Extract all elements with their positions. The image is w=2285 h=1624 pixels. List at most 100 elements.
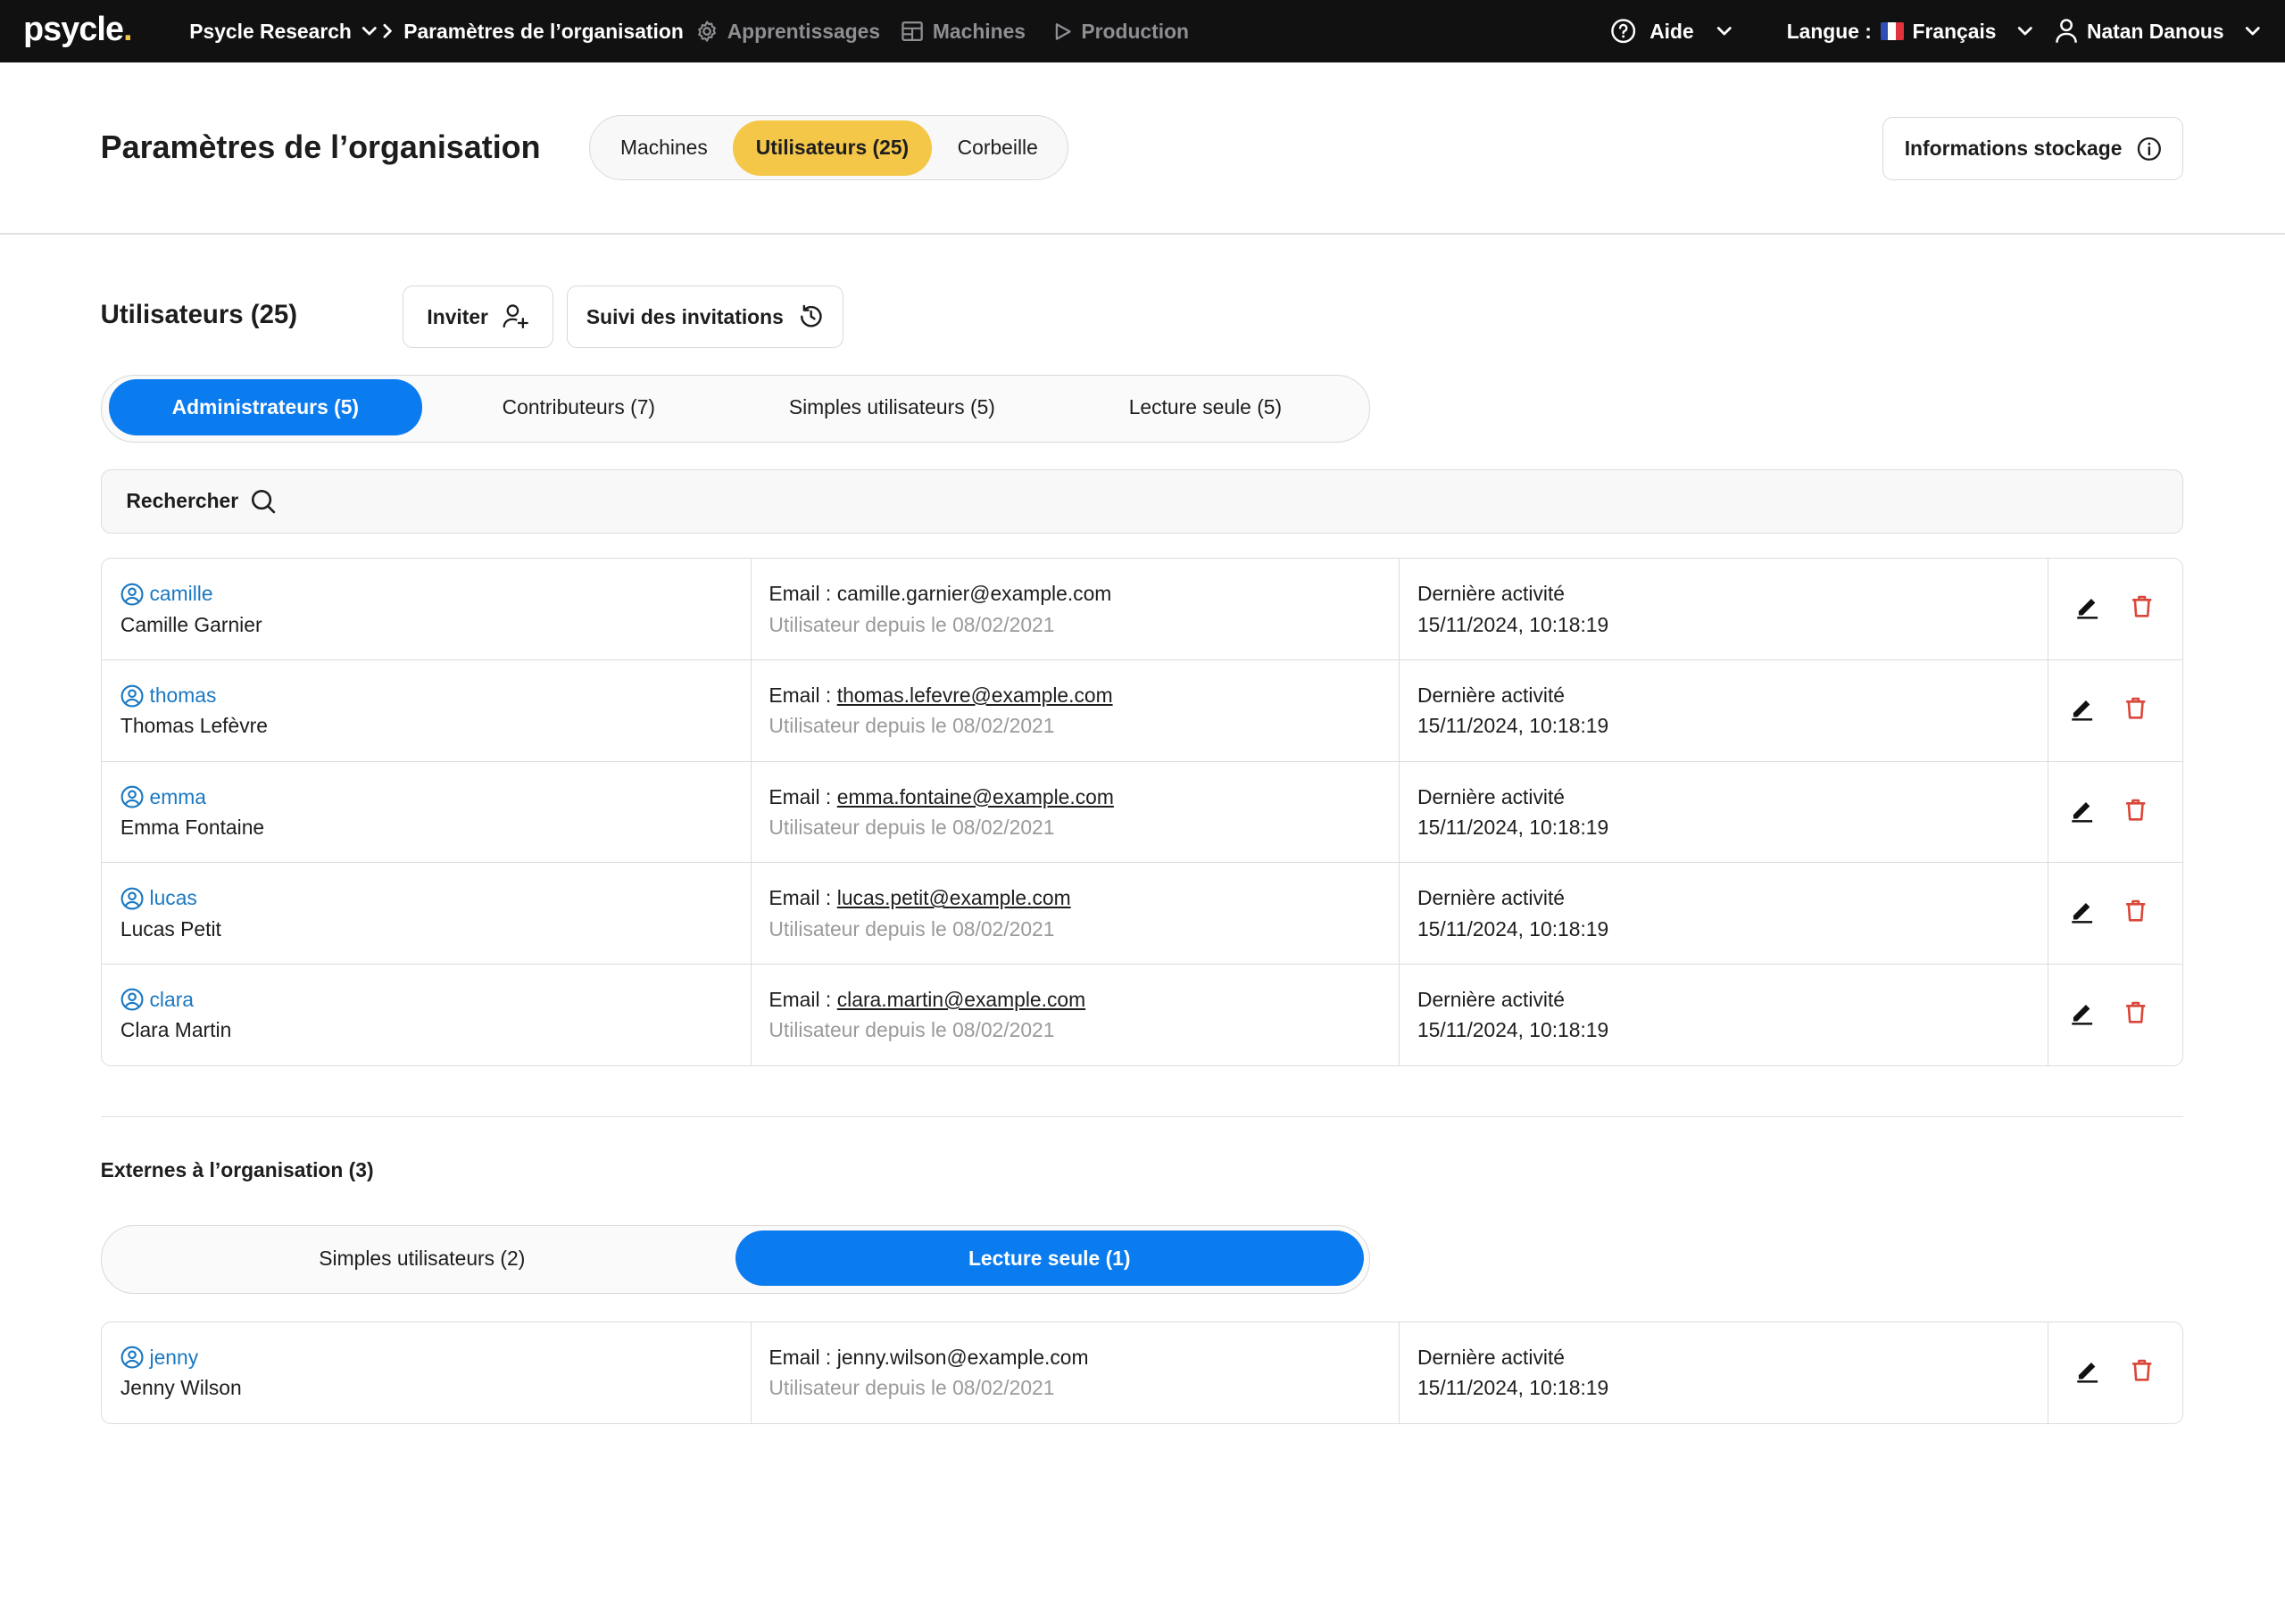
flag-fr-icon xyxy=(1880,22,1904,40)
chevron-down-icon xyxy=(2016,22,2034,40)
email-prefix: Email : xyxy=(769,988,832,1012)
tab-corbeille[interactable]: Corbeille xyxy=(936,120,1059,176)
actions-cell xyxy=(2048,1322,2182,1423)
email-cell: Email : camille.garnier@example.com Util… xyxy=(752,559,1400,659)
activity-cell: Dernière activité 15/11/2024, 10:18:19 xyxy=(1400,1322,2048,1423)
pencil-icon[interactable] xyxy=(2069,797,2095,823)
org-switcher[interactable]: Psycle Research xyxy=(189,0,378,62)
help-menu[interactable]: Aide xyxy=(1610,0,1733,62)
header-divider xyxy=(0,233,2285,235)
full-name: Camille Garnier xyxy=(120,612,262,636)
email-prefix: Email : xyxy=(769,784,832,808)
activity-date: 15/11/2024, 10:18:19 xyxy=(1417,612,1609,636)
activity-date: 15/11/2024, 10:18:19 xyxy=(1417,1018,1609,1042)
org-name: Psycle Research xyxy=(189,19,352,43)
external-role-tabs: Simples utilisateurs (2) Lecture seule (… xyxy=(100,1225,1370,1294)
pencil-icon[interactable] xyxy=(2074,593,2100,620)
activity-label: Dernière activité xyxy=(1417,582,1566,606)
nav-production-label: Production xyxy=(1081,19,1189,43)
tab-external-lecture-seule[interactable]: Lecture seule (1) xyxy=(735,1230,1364,1287)
psycle-logo[interactable]: psycle. xyxy=(23,10,132,48)
actions-cell xyxy=(2048,660,2182,761)
email-cell: Email : lucas.petit@example.com Utilisat… xyxy=(752,863,1400,964)
user-plus-icon xyxy=(503,303,529,329)
email-value[interactable]: lucas.petit@example.com xyxy=(837,886,1071,910)
username[interactable]: thomas xyxy=(150,684,217,708)
search-input[interactable]: Rechercher xyxy=(100,468,2183,534)
user-identity-cell: jenny Jenny Wilson xyxy=(102,1322,752,1423)
nav-apprentissages[interactable]: Apprentissages xyxy=(695,0,880,62)
storage-info-button[interactable]: Informations stockage xyxy=(1882,116,2183,181)
trash-icon[interactable] xyxy=(2129,593,2155,619)
member-since: Utilisateur depuis le 08/02/2021 xyxy=(769,816,1055,840)
tab-lecture-seule[interactable]: Lecture seule (5) xyxy=(1049,379,1362,435)
actions-cell xyxy=(2048,863,2182,964)
actions-cell xyxy=(2048,559,2182,659)
info-icon xyxy=(2137,137,2162,162)
tab-simples-utilisateurs[interactable]: Simples utilisateurs (5) xyxy=(735,379,1049,435)
pencil-icon[interactable] xyxy=(2069,695,2095,721)
email-prefix: Email : xyxy=(769,684,832,708)
role-tabs: Administrateurs (5) Contributeurs (7) Si… xyxy=(100,374,1370,443)
email-value[interactable]: thomas.lefevre@example.com xyxy=(837,684,1113,708)
activity-label: Dernière activité xyxy=(1417,988,1566,1012)
language-selector[interactable]: Langue : Français xyxy=(1787,0,2034,62)
server-icon xyxy=(901,20,924,43)
search-icon xyxy=(250,488,276,514)
email-value[interactable]: emma.fontaine@example.com xyxy=(837,785,1114,809)
user-menu[interactable]: Natan Danous xyxy=(2055,0,2262,62)
pencil-icon[interactable] xyxy=(2069,999,2095,1025)
tab-machines[interactable]: Machines xyxy=(598,120,729,176)
trash-icon[interactable] xyxy=(2129,1357,2155,1383)
pencil-icon[interactable] xyxy=(2074,1357,2100,1383)
trash-icon[interactable] xyxy=(2123,797,2148,823)
username[interactable]: emma xyxy=(150,785,206,809)
username[interactable]: lucas xyxy=(150,886,197,910)
nav-production[interactable]: Production xyxy=(1052,0,1189,62)
email-value[interactable]: jenny.wilson@example.com xyxy=(837,1346,1089,1370)
tab-contributeurs[interactable]: Contributeurs (7) xyxy=(422,379,735,435)
activity-date: 15/11/2024, 10:18:19 xyxy=(1417,816,1609,840)
user-identity-cell: thomas Thomas Lefèvre xyxy=(102,659,752,761)
table-row: clara Clara Martin Email : clara.martin@… xyxy=(102,964,2182,1065)
breadcrumb[interactable]: Paramètres de l’organisation xyxy=(380,0,684,62)
externals-section-title: Externes à l’organisation (3) xyxy=(100,1157,374,1181)
breadcrumb-current: Paramètres de l’organisation xyxy=(403,19,684,43)
email-value[interactable]: clara.martin@example.com xyxy=(837,988,1085,1012)
activity-cell: Dernière activité 15/11/2024, 10:18:19 xyxy=(1400,964,2048,1065)
language-value: Français xyxy=(1912,19,1997,43)
invite-button[interactable]: Inviter xyxy=(402,286,554,349)
tab-administrateurs[interactable]: Administrateurs (5) xyxy=(108,379,422,435)
trash-icon[interactable] xyxy=(2123,999,2148,1025)
play-icon xyxy=(1052,21,1073,42)
full-name: Lucas Petit xyxy=(120,916,221,940)
activity-cell: Dernière activité 15/11/2024, 10:18:19 xyxy=(1400,761,2048,863)
activity-cell: Dernière activité 15/11/2024, 10:18:19 xyxy=(1400,559,2048,659)
invitations-tracking-button[interactable]: Suivi des invitations xyxy=(567,286,844,349)
chevron-down-icon xyxy=(1716,22,1733,40)
gear-icon xyxy=(695,20,719,43)
username[interactable]: camille xyxy=(150,582,213,606)
email-value[interactable]: camille.garnier@example.com xyxy=(837,582,1112,606)
tab-utilisateurs[interactable]: Utilisateurs (25) xyxy=(732,120,933,176)
pencil-icon[interactable] xyxy=(2069,898,2095,924)
email-prefix: Email : xyxy=(769,582,832,606)
activity-date: 15/11/2024, 10:18:19 xyxy=(1417,714,1609,738)
storage-info-label: Informations stockage xyxy=(1904,137,2123,161)
activity-date: 15/11/2024, 10:18:19 xyxy=(1417,1376,1609,1400)
trash-icon[interactable] xyxy=(2123,898,2148,924)
nav-machines[interactable]: Machines xyxy=(901,0,1026,62)
member-since: Utilisateur depuis le 08/02/2021 xyxy=(769,916,1055,940)
username[interactable]: clara xyxy=(150,988,195,1012)
username[interactable]: jenny xyxy=(150,1346,199,1370)
actions-cell xyxy=(2048,965,2182,1065)
trash-icon[interactable] xyxy=(2123,695,2148,721)
email-cell: Email : clara.martin@example.com Utilisa… xyxy=(752,964,1400,1065)
external-users-table: jenny Jenny Wilson Email : jenny.wilson@… xyxy=(100,1321,2183,1424)
user-identity-cell: lucas Lucas Petit xyxy=(102,863,752,964)
table-row: lucas Lucas Petit Email : lucas.petit@ex… xyxy=(101,863,2182,965)
email-cell: Email : emma.fontaine@example.com Utilis… xyxy=(752,761,1400,863)
user-circle-icon xyxy=(120,684,144,708)
tab-external-simples-utilisateurs[interactable]: Simples utilisateurs (2) xyxy=(109,1230,735,1286)
table-row: emma Emma Fontaine Email : emma.fontaine… xyxy=(101,761,2182,864)
